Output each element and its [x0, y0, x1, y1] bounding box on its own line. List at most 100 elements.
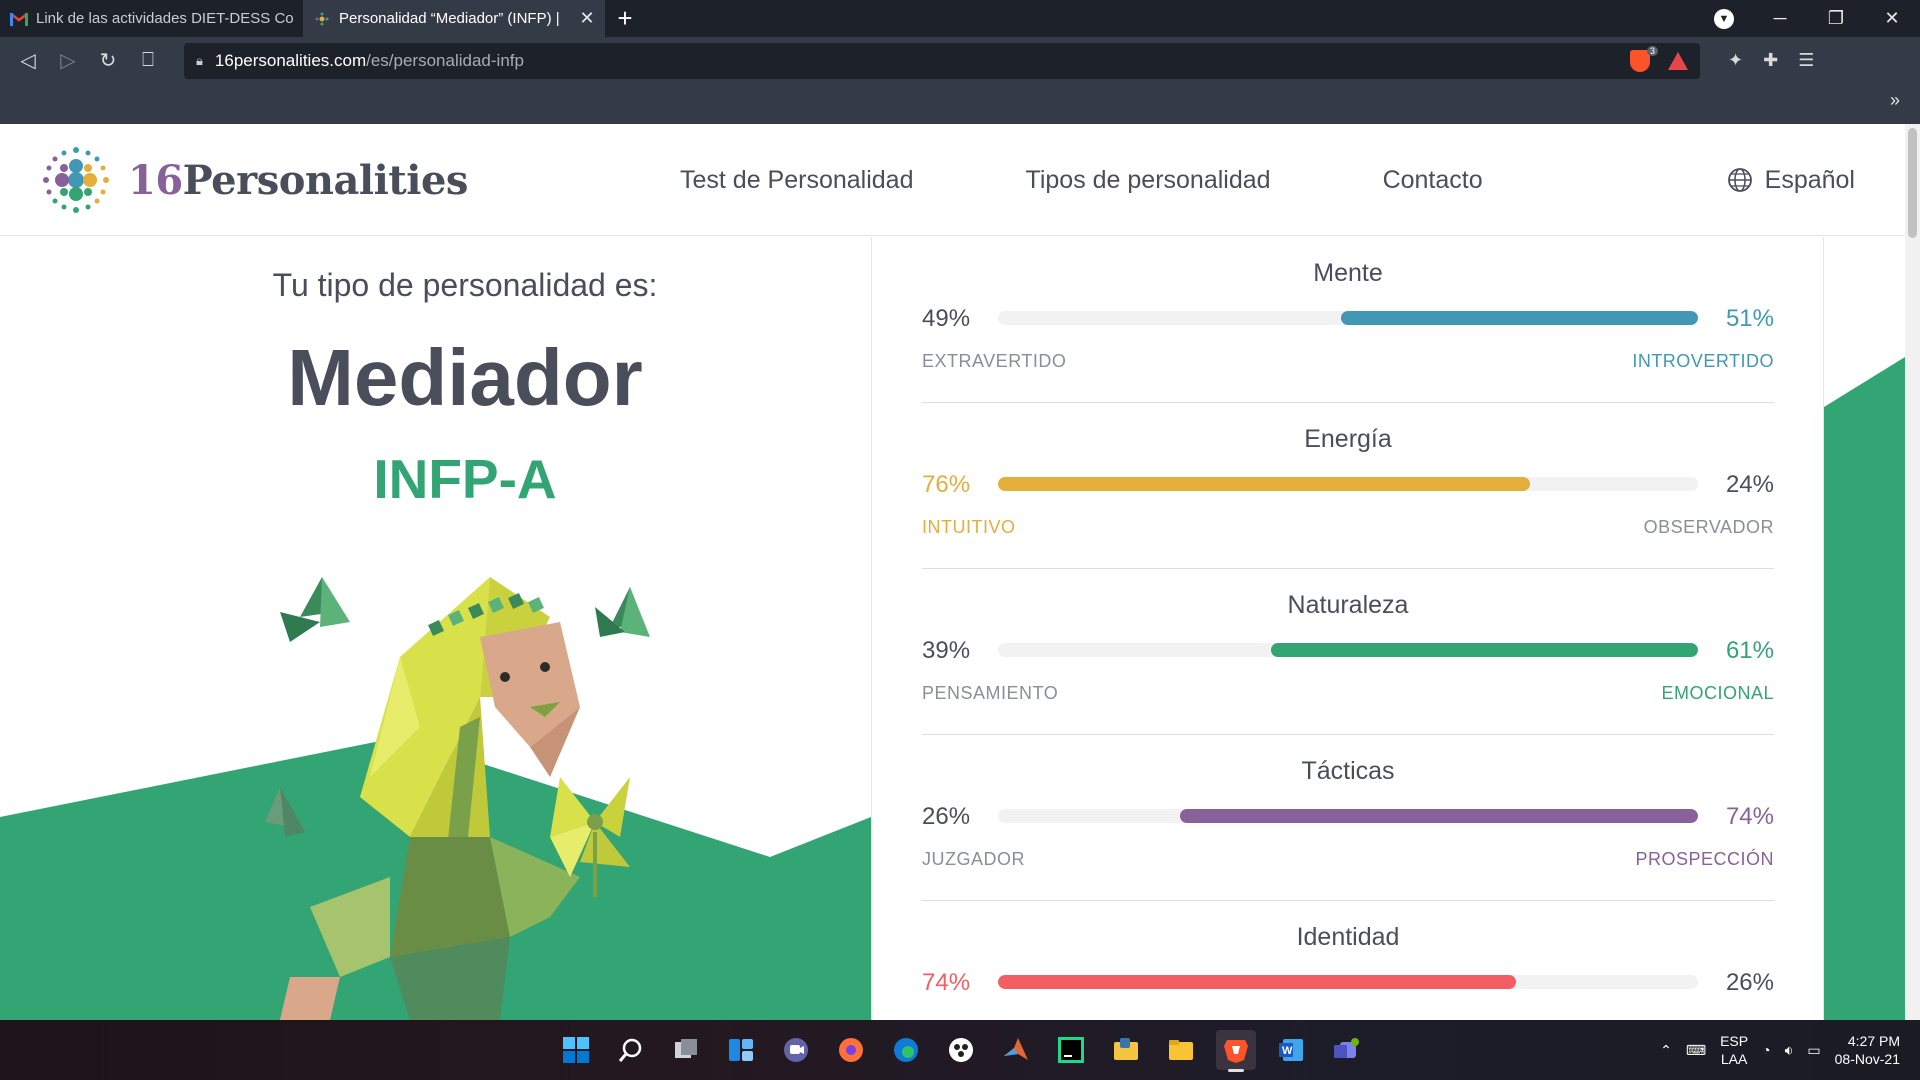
- address-bar[interactable]: 🔒︎ 16personalities.com/es/personalidad-i…: [184, 42, 1700, 79]
- browser-toolbar: ◁ ▷ ↻ ⎕ 🔒︎ 16personalities.com/es/person…: [0, 37, 1920, 84]
- trait-title: Identidad: [1296, 923, 1400, 951]
- trait-right-percent: 51%: [1725, 305, 1774, 332]
- puzzle-extensions-icon[interactable]: ✚: [1763, 50, 1778, 71]
- forward-button[interactable]: ▷: [48, 41, 88, 81]
- logo-word: Personalities: [182, 156, 469, 204]
- site-logo[interactable]: 16Personalities: [36, 140, 468, 220]
- input-language[interactable]: ESP LAA: [1720, 1032, 1748, 1068]
- tab-title: Link de las actividades DIET-DESS Cor: [36, 10, 293, 27]
- trait-title: Mente: [1313, 259, 1383, 287]
- mediator-character-illustration: [265, 577, 650, 1020]
- trait-title: Tácticas: [1301, 757, 1395, 785]
- shield-count: 3: [1646, 45, 1658, 56]
- clock-time: 4:27 PM: [1847, 1033, 1900, 1049]
- url-domain: 16personalities.com: [214, 50, 367, 70]
- file-explorer-icon[interactable]: [1161, 1030, 1201, 1070]
- extension-icon[interactable]: ✦: [1728, 50, 1743, 71]
- trait-results-panel: Mente 49% 51% EXTRAVERTIDO INTROVERTIDO …: [871, 237, 1824, 1020]
- forward-arrow-icon: ▷: [60, 50, 76, 72]
- tab-search-button[interactable]: ▼: [1696, 0, 1752, 37]
- close-tab-icon[interactable]: ✕: [579, 8, 595, 29]
- menu-icon[interactable]: ☰: [1798, 50, 1814, 71]
- search-icon[interactable]: [611, 1030, 651, 1070]
- result-subtitle: Tu tipo de personalidad es:: [272, 267, 658, 303]
- trait-right-percent: 26%: [1725, 969, 1774, 996]
- svg-text:W: W: [1282, 1045, 1293, 1057]
- trait-bar: [998, 477, 1698, 491]
- result-summary-panel: Tu tipo de personalidad es: Mediador INF…: [0, 237, 871, 1020]
- green-side-decoration: [1824, 357, 1905, 1020]
- davinci-icon[interactable]: [941, 1030, 981, 1070]
- close-window-button[interactable]: ✕: [1864, 0, 1920, 37]
- trait-bar: [998, 311, 1698, 325]
- language-selector[interactable]: Español: [1727, 124, 1855, 236]
- trait-energy: Energía 76% 24% INTUITIVO OBSERVADOR: [922, 403, 1774, 569]
- windows-start-icon[interactable]: [556, 1030, 596, 1070]
- wifi-icon[interactable]: ◔: [1762, 1042, 1770, 1058]
- main-nav: Test de Personalidad Tipos de personalid…: [680, 124, 1483, 236]
- firefox-icon[interactable]: [831, 1030, 871, 1070]
- scrollbar-thumb[interactable]: [1908, 128, 1917, 238]
- restore-button[interactable]: ❐: [1808, 0, 1864, 37]
- nav-contact[interactable]: Contacto: [1383, 166, 1483, 195]
- battery-icon[interactable]: ▭: [1807, 1042, 1820, 1059]
- reload-icon: ↻: [99, 50, 117, 72]
- trait-bar-fill: [1180, 809, 1698, 823]
- widgets-icon[interactable]: [721, 1030, 761, 1070]
- nav-personality-types[interactable]: Tipos de personalidad: [1025, 166, 1270, 195]
- trait-bar-fill: [1271, 643, 1698, 657]
- trait-left-label: JUZGADOR: [922, 849, 1025, 869]
- url-path: /es/personalidad-infp: [366, 50, 524, 70]
- windows-taskbar: W ⌃ ⌨ ESP LAA ◔ 🔉︎ ▭ 4:27 PM 08-Nov-21: [0, 1020, 1920, 1080]
- bookmark-button[interactable]: ⎕: [128, 41, 168, 81]
- trait-tactics: Tácticas 26% 74% JUZGADOR PROSPECCIÓN: [922, 735, 1774, 901]
- input-language-line1: ESP: [1720, 1033, 1749, 1049]
- trait-right-label: INTROVERTIDO: [1632, 351, 1774, 371]
- tab-title: Personalidad “Mediador” (INFP) |: [339, 10, 560, 27]
- nav-personality-test[interactable]: Test de Personalidad: [680, 166, 913, 195]
- minimize-button[interactable]: ─: [1752, 0, 1808, 37]
- new-tab-button[interactable]: +: [605, 0, 645, 37]
- back-button[interactable]: ◁: [8, 41, 48, 81]
- system-tray: ⌃ ⌨ ESP LAA ◔ 🔉︎ ▭ 4:27 PM 08-Nov-21: [1660, 1020, 1920, 1080]
- lock-icon: 🔒︎: [196, 52, 203, 68]
- trait-right-percent: 24%: [1725, 471, 1774, 498]
- matlab-icon[interactable]: [996, 1030, 1036, 1070]
- chevron-down-icon: ▼: [1714, 8, 1734, 29]
- reload-button[interactable]: ↻: [88, 41, 128, 81]
- brave-icon[interactable]: [1216, 1030, 1256, 1072]
- bookmarks-more-button[interactable]: »: [1890, 90, 1900, 111]
- trait-left-label: EXTRAVERTIDO: [922, 351, 1067, 371]
- personality-type-code: INFP-A: [373, 448, 557, 510]
- trait-bar-fill: [998, 477, 1530, 491]
- chevron-up-icon[interactable]: ⌃: [1660, 1042, 1672, 1059]
- globe-icon: [1727, 168, 1752, 192]
- trait-bar: [998, 643, 1698, 657]
- teams-chat-icon[interactable]: [776, 1030, 816, 1070]
- clock[interactable]: 4:27 PM 08-Nov-21: [1835, 1032, 1900, 1068]
- trait-left-percent: 39%: [922, 637, 971, 664]
- 16p-icon: [313, 10, 331, 28]
- edge-icon[interactable]: [886, 1030, 926, 1070]
- keyboard-icon[interactable]: ⌨: [1686, 1042, 1706, 1059]
- word-icon[interactable]: W: [1271, 1030, 1311, 1070]
- task-view-icon[interactable]: [666, 1030, 706, 1070]
- trait-left-percent: 26%: [922, 803, 971, 830]
- page-scrollbar[interactable]: [1905, 124, 1920, 1020]
- volume-icon[interactable]: 🔉︎: [1785, 1042, 1794, 1059]
- pycharm-icon[interactable]: [1051, 1030, 1091, 1070]
- trait-right-percent: 61%: [1725, 637, 1774, 664]
- browser-tab-bar: Link de las actividades DIET-DESS Cor Pe…: [0, 0, 1920, 37]
- brave-shield-icon[interactable]: 3: [1630, 45, 1658, 72]
- brave-rewards-icon[interactable]: [1668, 51, 1688, 70]
- trait-left-percent: 74%: [922, 969, 971, 996]
- tab-16personalities[interactable]: Personalidad “Mediador” (INFP) | ✕: [303, 0, 605, 37]
- trait-left-percent: 76%: [922, 471, 971, 498]
- logo-dots-icon: [43, 147, 109, 213]
- python-icon[interactable]: [1106, 1030, 1146, 1070]
- tab-gmail[interactable]: Link de las actividades DIET-DESS Cor: [0, 0, 303, 37]
- back-arrow-icon: ◁: [20, 50, 36, 72]
- trait-bar: [998, 809, 1698, 823]
- personality-type-name: Mediador: [287, 333, 643, 422]
- teams-icon[interactable]: [1326, 1030, 1366, 1070]
